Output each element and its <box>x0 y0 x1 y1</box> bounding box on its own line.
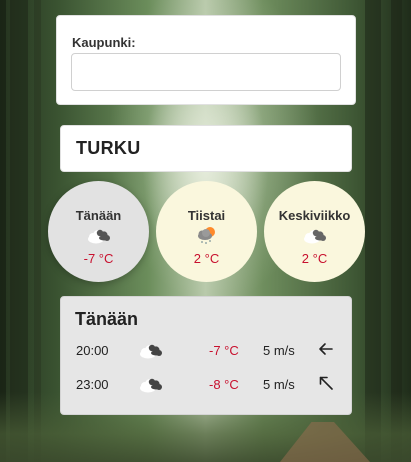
cloudy-night-icon <box>140 378 162 393</box>
day-bubble-today[interactable]: Tänään -7 °C <box>48 181 149 282</box>
day-bubble-tiistai[interactable]: Tiistai 2 °C <box>156 181 257 282</box>
hourly-forecast-panel: Tänään 20:00 -7 °C 5 m/s 23:00 -8 °C 5 m… <box>60 296 352 415</box>
city-search-input[interactable] <box>71 53 341 91</box>
arrow-up-left-icon <box>319 376 333 390</box>
arrow-left-icon <box>319 343 333 355</box>
snow-shower-icon <box>197 227 215 244</box>
day-temperature: 2 °C <box>193 251 220 266</box>
hourly-forecast-title: Tänään <box>75 309 139 329</box>
hourly-row: 20:00 -7 °C 5 m/s <box>61 340 351 360</box>
search-card: Kaupunki: <box>56 15 356 105</box>
hour-temperature: -7 °C <box>209 343 239 358</box>
city-label: Kaupunki: <box>72 35 136 50</box>
hour-temperature: -8 °C <box>209 377 239 392</box>
day-bubble-keskiviikko[interactable]: Keskiviikko 2 °C <box>264 181 365 282</box>
hour-wind-speed: 5 m/s <box>263 343 295 358</box>
day-name: Keskiviikko <box>278 208 351 223</box>
cloudy-night-icon <box>87 229 110 244</box>
hour-wind-speed: 5 m/s <box>263 377 295 392</box>
day-temperature: -7 °C <box>83 251 114 266</box>
cloudy-night-icon <box>140 344 162 359</box>
city-name: TURKU <box>76 138 141 158</box>
cloudy-icon <box>303 229 326 244</box>
hour-time: 20:00 <box>76 343 109 358</box>
day-temperature: 2 °C <box>301 251 328 266</box>
hour-time: 23:00 <box>76 377 109 392</box>
hourly-row: 23:00 -8 °C 5 m/s <box>61 374 351 394</box>
day-name: Tänään <box>75 208 122 223</box>
city-card: TURKU <box>60 125 352 172</box>
day-name: Tiistai <box>187 208 226 223</box>
